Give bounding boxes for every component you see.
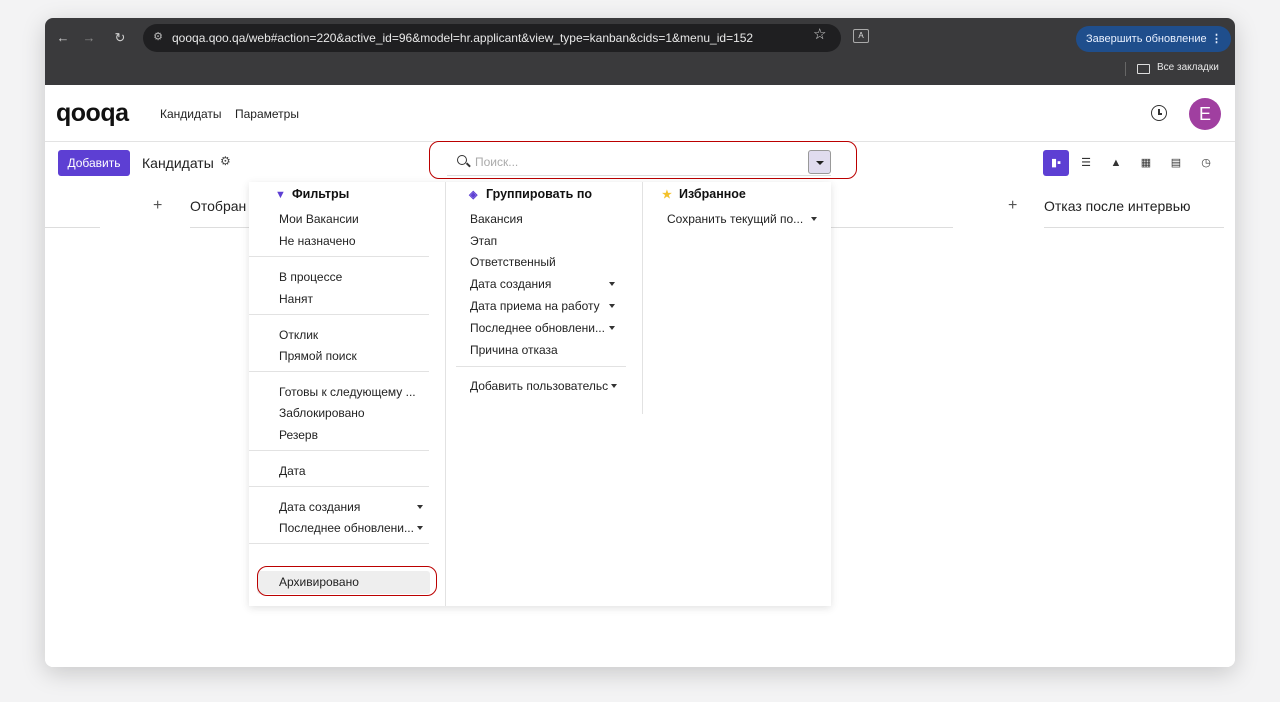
highlight-archived: [257, 566, 437, 596]
list-view-icon[interactable]: ☰: [1073, 150, 1099, 176]
calendar-view-icon[interactable]: ▦: [1133, 150, 1159, 176]
activity-view-icon[interactable]: ◷: [1193, 150, 1219, 176]
divider: [249, 543, 429, 544]
forward-icon[interactable]: →: [79, 28, 99, 48]
finish-update-label: Завершить обновление: [1086, 33, 1207, 45]
caret-down-icon[interactable]: [417, 526, 423, 530]
app-navbar: qooqa Кандидаты Параметры E: [45, 85, 1235, 142]
site-info-icon[interactable]: ⚙: [151, 30, 165, 44]
address-bar[interactable]: ⚙ qooqa.qoo.qa/web#action=220&active_id=…: [143, 24, 841, 52]
filter-item[interactable]: Не назначено: [279, 234, 356, 248]
translate-icon[interactable]: A: [853, 29, 869, 43]
pivot-view-icon[interactable]: ▤: [1163, 150, 1189, 176]
add-custom-group-select[interactable]: Добавить пользовательс: [470, 379, 608, 393]
url-text[interactable]: qooqa.qoo.qa/web#action=220&active_id=96…: [172, 31, 753, 45]
filter-item[interactable]: В процессе: [279, 270, 342, 284]
kanban-view-icon[interactable]: ▮▪: [1043, 150, 1069, 176]
divider: [456, 366, 626, 367]
layers-icon: ◈: [469, 189, 478, 201]
all-bookmarks-link[interactable]: Все закладки: [1157, 62, 1219, 73]
divider: [249, 256, 429, 257]
column-divider: [445, 182, 446, 606]
groupby-item[interactable]: Этап: [470, 234, 497, 248]
filter-item[interactable]: Прямой поиск: [279, 349, 357, 363]
breadcrumb: Кандидаты: [142, 155, 214, 171]
bookmarks-divider: [1125, 62, 1126, 76]
favorites-title: Избранное: [679, 187, 746, 201]
column-divider: [831, 227, 953, 228]
caret-down-icon[interactable]: [611, 384, 617, 388]
search-options-dropdown: ▼ Фильтры Мои Вакансии Не назначено В про…: [249, 182, 831, 606]
groupby-item[interactable]: Дата приема на работу: [470, 299, 600, 313]
control-panel: Добавить Кандидаты ⚙ ▮▪ ☰ ▲ ▦ ▤ ◷: [45, 141, 1235, 182]
filters-heading: ▼ Фильтры: [275, 187, 349, 201]
groupby-item[interactable]: Ответственный: [470, 255, 556, 269]
filter-item[interactable]: Заблокировано: [279, 406, 365, 420]
groupby-item[interactable]: Причина отказа: [470, 343, 558, 357]
column-divider: [642, 182, 643, 414]
divider: [249, 450, 429, 451]
finish-update-button[interactable]: Завершить обновление ⋮: [1076, 26, 1231, 52]
column-divider: [1044, 227, 1224, 228]
column-add-icon[interactable]: +: [153, 197, 162, 215]
filters-title: Фильтры: [292, 187, 350, 201]
reload-icon[interactable]: ↻: [110, 28, 130, 48]
filter-item[interactable]: Нанят: [279, 292, 313, 306]
star-icon: ★: [662, 189, 672, 201]
caret-down-icon[interactable]: [417, 505, 423, 509]
column-divider: [190, 227, 250, 228]
activity-clock-icon[interactable]: [1151, 105, 1167, 121]
user-avatar[interactable]: E: [1189, 98, 1221, 130]
groupby-item[interactable]: Вакансия: [470, 212, 523, 226]
groupby-item[interactable]: Последнее обновлени...: [470, 321, 605, 335]
save-current-search-item[interactable]: Сохранить текущий по...: [667, 212, 803, 226]
favorites-heading: ★ Избранное: [662, 187, 746, 201]
divider: [249, 371, 429, 372]
filter-item[interactable]: Дата: [279, 464, 306, 478]
kanban-column-title[interactable]: Отказ после интервью: [1044, 198, 1191, 214]
gear-icon[interactable]: ⚙: [220, 154, 231, 168]
caret-down-icon[interactable]: [811, 217, 817, 221]
column-add-icon[interactable]: +: [1008, 197, 1017, 215]
column-divider: [45, 227, 100, 228]
caret-down-icon[interactable]: [609, 326, 615, 330]
filter-item[interactable]: Дата создания: [279, 500, 360, 514]
kanban-column-title[interactable]: Отобран: [190, 198, 246, 214]
filter-item[interactable]: Резерв: [279, 428, 318, 442]
caret-down-icon[interactable]: [609, 304, 615, 308]
kebab-menu-icon[interactable]: ⋮: [1211, 26, 1222, 52]
graph-view-icon[interactable]: ▲: [1103, 150, 1129, 176]
browser-toolbar: ← → ↻ ⚙ qooqa.qoo.qa/web#action=220&acti…: [45, 18, 1235, 85]
filter-item[interactable]: Готовы к следующему ...: [279, 385, 416, 399]
filter-item[interactable]: Отклик: [279, 328, 318, 342]
groupby-heading: ◈ Группировать по: [469, 187, 592, 201]
back-icon[interactable]: ←: [53, 28, 73, 48]
menu-item-candidates[interactable]: Кандидаты: [160, 107, 222, 121]
folder-icon: [1137, 64, 1150, 74]
divider: [249, 486, 429, 487]
menu-item-settings[interactable]: Параметры: [235, 107, 299, 121]
app-logo[interactable]: qooqa: [56, 99, 129, 128]
groupby-item[interactable]: Дата создания: [470, 277, 551, 291]
bookmark-star-icon[interactable]: ☆: [813, 25, 826, 43]
browser-window: ← → ↻ ⚙ qooqa.qoo.qa/web#action=220&acti…: [45, 18, 1235, 667]
filter-item[interactable]: Мои Вакансии: [279, 212, 359, 226]
divider: [249, 314, 429, 315]
caret-down-icon[interactable]: [609, 282, 615, 286]
groupby-title: Группировать по: [486, 187, 593, 201]
highlight-search: [429, 141, 857, 179]
add-button[interactable]: Добавить: [58, 150, 130, 176]
filter-icon: ▼: [275, 189, 286, 201]
filter-item[interactable]: Последнее обновлени...: [279, 521, 414, 535]
